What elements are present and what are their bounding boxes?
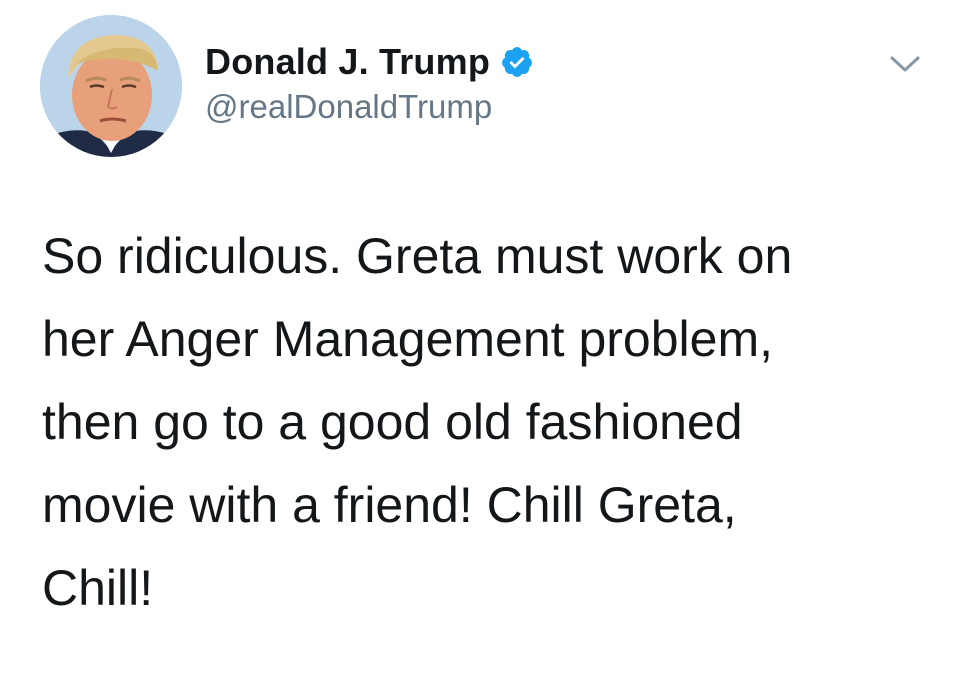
author-display-name[interactable]: Donald J. Trump bbox=[205, 41, 490, 83]
avatar-image bbox=[40, 15, 182, 157]
chevron-down-icon[interactable] bbox=[888, 50, 922, 78]
tweet-text: So ridiculous. Greta must work on her An… bbox=[42, 228, 793, 616]
author-name-row: Donald J. Trump bbox=[205, 40, 534, 84]
author-avatar[interactable] bbox=[40, 15, 182, 157]
tweet-card: Donald J. Trump @realDonaldTrump So ridi… bbox=[0, 0, 960, 697]
verified-badge-icon bbox=[502, 47, 532, 77]
author-handle[interactable]: @realDonaldTrump bbox=[205, 88, 492, 126]
